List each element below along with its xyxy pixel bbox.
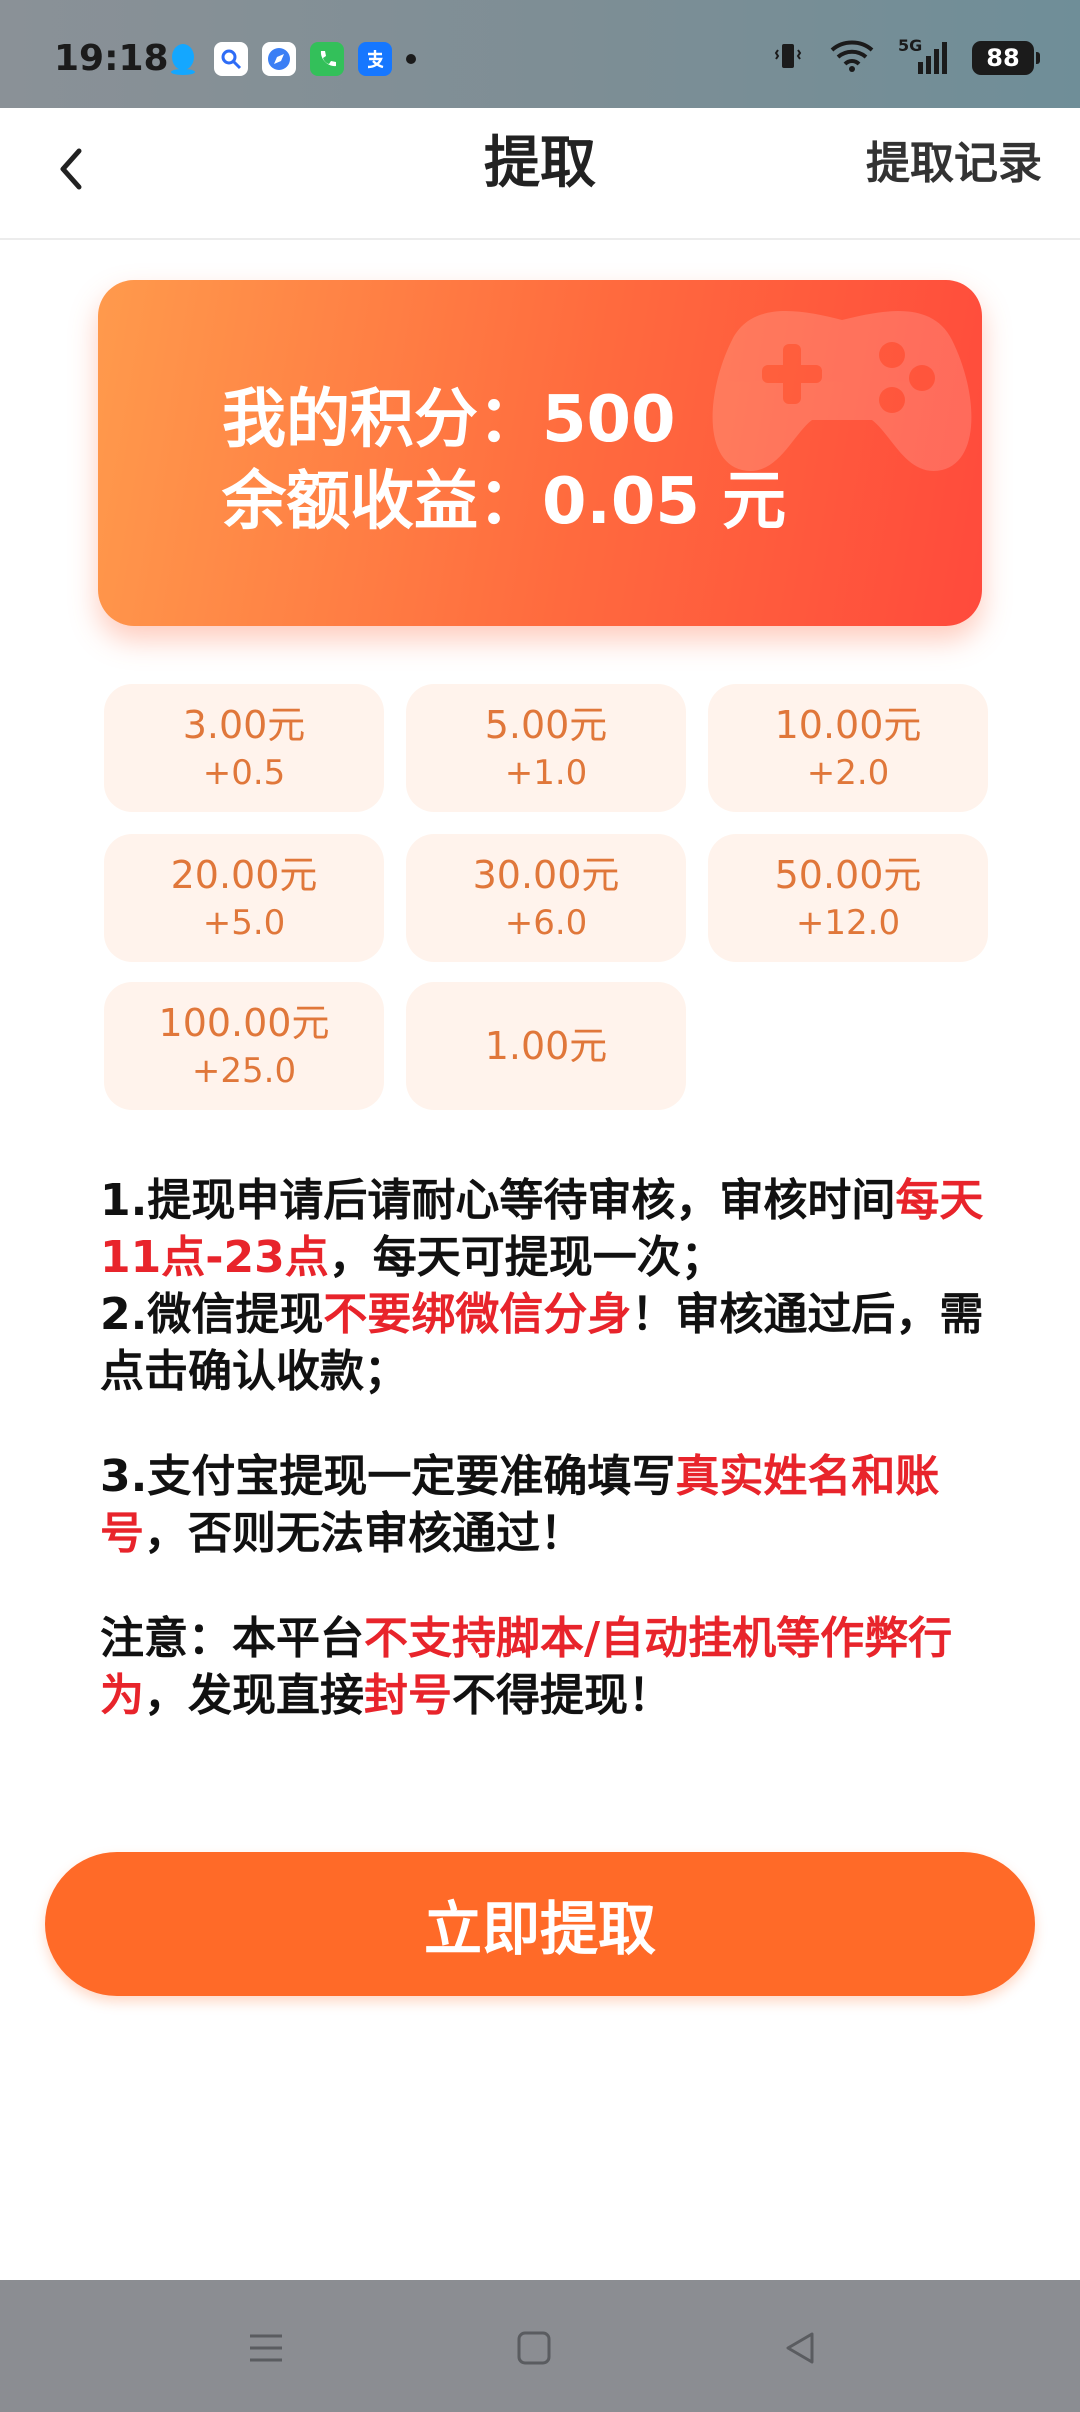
amount-value: 30.00元 [472,853,620,897]
amount-value: 1.00元 [484,1024,608,1068]
amount-option[interactable]: 100.00元 +25.0 [104,982,384,1110]
nav-back-button[interactable] [760,2310,840,2390]
battery-indicator: 88 [972,41,1040,75]
status-bar: 19:18 5G 88 [0,0,1080,108]
withdraw-records-link[interactable]: 提取记录 [866,108,1042,220]
withdraw-notes: 1.提现申请后请耐心等待审核，审核时间每天11点-23点，每天可提现一次； 2.… [100,1172,1000,1724]
amount-value: 100.00元 [158,1001,330,1045]
wifi-icon [828,38,876,78]
note-spacer [100,1400,1000,1448]
amount-option[interactable]: 20.00元 +5.0 [104,834,384,962]
amount-value: 3.00元 [182,703,306,747]
nav-menu-button[interactable] [226,2310,306,2390]
amount-value: 10.00元 [774,703,922,747]
menu-icon [244,2326,288,2374]
cell-signal-icon: 5G [898,36,950,76]
status-time: 19:18 [54,38,169,79]
amount-value: 50.00元 [774,853,922,897]
nav-home-button[interactable] [494,2310,574,2390]
home-square-icon [512,2326,556,2374]
amount-option[interactable]: 5.00元 +1.0 [406,684,686,812]
note-spacer [100,1562,1000,1610]
note-text: ，每天可提现一次； [328,1232,725,1283]
note-highlight: 封号 [364,1670,452,1721]
network-type-label: 5G [898,36,923,55]
phone-icon [310,42,344,76]
qq-icon [166,42,200,76]
note-warning: 注意：本平台不支持脚本/自动挂机等作弊行为，发现直接封号不得提现！ [100,1610,1000,1724]
back-triangle-icon [778,2326,822,2374]
amount-bonus: +6.0 [504,903,588,943]
status-indicators: 5G 88 [770,36,1040,78]
system-nav-bar [0,2280,1080,2412]
app-header: 提取 提取记录 [0,108,1080,240]
note-highlight: 不要绑微信分身 [323,1289,632,1340]
amount-bonus: +2.0 [806,753,890,793]
amount-option[interactable]: 10.00元 +2.0 [708,684,988,812]
amount-option[interactable]: 1.00元 [406,982,686,1110]
note-text: 1.提现申请后请耐心等待审核，审核时间 [100,1175,896,1226]
browser-icon [262,42,296,76]
note-1: 1.提现申请后请耐心等待审核，审核时间每天11点-23点，每天可提现一次； [100,1172,1000,1286]
note-3: 3.支付宝提现一定要准确填写真实姓名和账号，否则无法审核通过！ [100,1448,1000,1562]
amount-bonus: +0.5 [202,753,286,793]
amount-bonus: +25.0 [191,1051,297,1091]
more-notifications-dot [406,54,416,64]
note-text: ，否则无法审核通过！ [144,1508,584,1559]
note-2: 2.微信提现不要绑微信分身！审核通过后，需点击确认收款； [100,1286,1000,1400]
amount-value: 20.00元 [170,853,318,897]
amount-option[interactable]: 50.00元 +12.0 [708,834,988,962]
note-text: 3.支付宝提现一定要准确填写 [100,1451,676,1502]
amount-bonus: +5.0 [202,903,286,943]
note-text: 注意：本平台 [100,1613,364,1664]
amount-value: 5.00元 [484,703,608,747]
note-text: 不得提现！ [452,1670,672,1721]
amount-option[interactable]: 30.00元 +6.0 [406,834,686,962]
note-text: ，发现直接 [144,1670,364,1721]
amount-bonus: +1.0 [504,753,588,793]
income-balance: 余额收益：0.05 元 [222,465,787,539]
points-balance: 我的积分：500 [222,383,676,457]
withdraw-now-button[interactable]: 立即提取 [45,1852,1035,1996]
vibrate-icon [770,38,806,78]
balance-card: 我的积分：500 余额收益：0.05 元 [98,280,982,626]
notification-icons [166,42,416,76]
amount-option[interactable]: 3.00元 +0.5 [104,684,384,812]
alipay-icon [358,42,392,76]
amount-bonus: +12.0 [795,903,901,943]
note-text: 2.微信提现 [100,1289,324,1340]
search-app-icon [214,42,248,76]
